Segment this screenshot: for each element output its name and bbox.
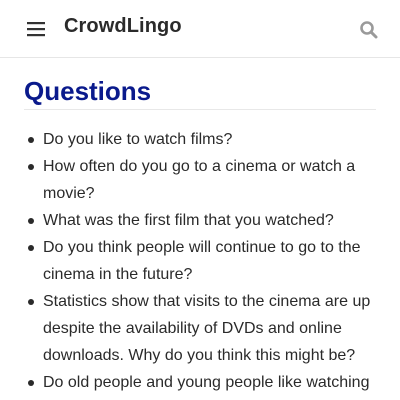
title-divider [24, 109, 376, 110]
bullet-icon [28, 245, 34, 251]
question-text: Statistics show that visits to the cinem… [43, 293, 371, 364]
questions-list: Do you like to watch films? How often do… [24, 126, 376, 396]
hamburger-menu-icon[interactable] [24, 18, 48, 40]
question-text: How often do you go to a cinema or watch… [43, 158, 356, 202]
question-item: Statistics show that visits to the cinem… [24, 288, 376, 369]
search-icon[interactable] [359, 20, 379, 40]
main-content: Questions Do you like to watch films? Ho… [24, 74, 376, 396]
question-text: Do you think people will continue to go … [43, 239, 361, 283]
question-item: Do old people and young people like watc… [24, 369, 376, 396]
top-bar: CrowdLingo [0, 0, 400, 58]
bullet-icon [28, 299, 34, 305]
bullet-icon [28, 164, 34, 170]
bullet-icon [28, 380, 34, 386]
question-text: Do old people and young people like watc… [43, 374, 370, 391]
question-item: What was the first film that you watched… [24, 207, 376, 234]
question-text: Do you like to watch films? [43, 131, 233, 148]
question-item: How often do you go to a cinema or watch… [24, 153, 376, 207]
bullet-icon [28, 137, 34, 143]
brand-logo-text[interactable]: CrowdLingo [64, 15, 182, 38]
bullet-icon [28, 218, 34, 224]
question-text: What was the first film that you watched… [43, 212, 334, 229]
question-item: Do you think people will continue to go … [24, 234, 376, 288]
question-item: Do you like to watch films? [24, 126, 376, 153]
page-title: Questions [24, 76, 152, 106]
